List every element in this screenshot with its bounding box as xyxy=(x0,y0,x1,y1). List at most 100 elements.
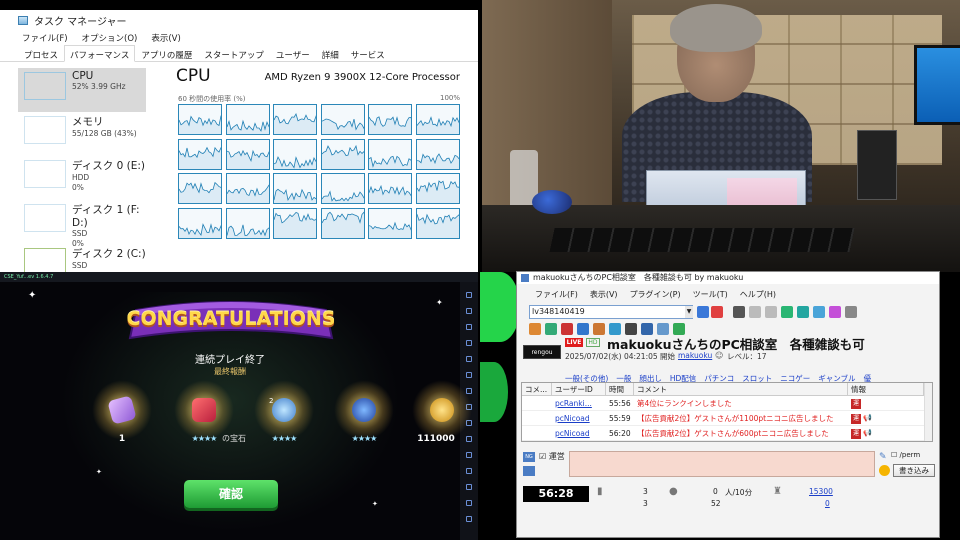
perm-checkbox[interactable]: ☐ /perm xyxy=(891,451,920,459)
col-user-id[interactable]: ユーザーID xyxy=(552,383,606,395)
comment-input[interactable] xyxy=(569,451,875,477)
emulator-tool-icon[interactable] xyxy=(466,292,472,298)
sidebar-item-disk1[interactable]: ディスク 1 (F: D:) SSD 0% xyxy=(18,200,146,248)
tool-icon[interactable] xyxy=(781,306,793,318)
sidebar-item-type: SSD xyxy=(72,261,88,270)
cpu-core-usage-line xyxy=(226,224,269,238)
tab-details[interactable]: 詳細 xyxy=(316,45,345,61)
menu-file[interactable]: ファイル(F) xyxy=(22,32,68,44)
tool-icon[interactable] xyxy=(593,323,605,335)
connect-icon[interactable] xyxy=(697,306,709,318)
pen-icon[interactable]: ✎ xyxy=(879,452,887,462)
col-time[interactable]: 時間 xyxy=(606,383,634,395)
table-row[interactable]: pcNicoad 55:59 【広告貢献2位】ゲストさんが1100ptニコニ広告… xyxy=(522,411,932,426)
sidebar-item-disk0[interactable]: ディスク 0 (E:) HDD 0% xyxy=(18,156,146,200)
stat-gift-points[interactable]: 0 xyxy=(825,499,830,508)
sidebar-item-name: CPU xyxy=(72,70,94,82)
menu-view[interactable]: 表示(V) xyxy=(590,289,618,300)
menu-options[interactable]: オプション(O) xyxy=(82,32,138,44)
game-titlebar: CSE_Yuf...ev 1.6.4.7 xyxy=(0,272,478,282)
col-number[interactable]: コメ... xyxy=(522,383,552,395)
col-comment[interactable]: コメント xyxy=(634,383,848,395)
tab-processes[interactable]: プロセス xyxy=(18,45,64,61)
coin-icon xyxy=(430,398,454,422)
processor-name: AMD Ryzen 9 3900X 12-Core Processor xyxy=(264,72,460,83)
tab-app-history[interactable]: アプリの履歴 xyxy=(135,45,198,61)
menu-view[interactable]: 表示(V) xyxy=(151,32,180,44)
operator-checkbox[interactable]: ☑ 運営 xyxy=(539,451,565,462)
stat-viewers-unit: 人/10分 xyxy=(725,488,753,497)
emulator-tool-icon[interactable] xyxy=(466,452,472,458)
tab-performance[interactable]: パフォーマンス xyxy=(64,45,136,62)
reward-count: 111000 xyxy=(417,434,455,444)
cpu-core-graph xyxy=(273,207,317,239)
row-time: 56:20 xyxy=(609,428,631,438)
operator-badge: 運 xyxy=(851,398,861,409)
menu-help[interactable]: ヘルプ(H) xyxy=(740,289,776,300)
play-end-label: 連続プレイ終了 xyxy=(195,355,265,366)
tab-services[interactable]: サービス xyxy=(345,45,391,61)
game-window: CSE_Yuf...ev 1.6.4.7 ✦ ✦ ✦ ✦ CONGRATULAT… xyxy=(0,272,478,540)
emulator-tool-icon[interactable] xyxy=(466,324,472,330)
reward-orb[interactable]: ★★★★ xyxy=(334,380,394,452)
cpu-core-graph xyxy=(320,173,365,204)
reward-gear[interactable]: ★★★★ xyxy=(254,380,314,452)
tab-users[interactable]: ユーザー xyxy=(270,45,316,61)
sidebar-item-memory[interactable]: メモリ 55/128 GB (43%) xyxy=(18,112,146,156)
emulator-tool-icon[interactable] xyxy=(466,356,472,362)
emoji-icon[interactable] xyxy=(879,465,890,476)
emulator-tool-icon[interactable] xyxy=(466,340,472,346)
ng-icon[interactable]: NG xyxy=(523,452,535,462)
tool-icon[interactable] xyxy=(765,306,777,318)
emulator-tool-icon[interactable] xyxy=(466,484,472,490)
table-row[interactable]: pcRanki... 55:56 第4位にランクインしました 運 xyxy=(522,396,932,411)
confirm-button[interactable]: 確認 xyxy=(184,480,278,508)
settings-icon[interactable] xyxy=(845,306,857,318)
stream-owner-link[interactable]: makuoku xyxy=(678,351,712,360)
emulator-tool-icon[interactable] xyxy=(466,500,472,506)
row-user-id[interactable]: pcNicoad xyxy=(552,429,606,438)
stat-ad-points[interactable]: 15300 xyxy=(809,487,833,496)
post-button[interactable]: 書き込み xyxy=(893,464,935,477)
stream-stats: 56:28 ▮ 3 3 ● 0 人/10分 52 ♜ 15300 0 xyxy=(521,484,937,514)
col-info[interactable]: 情報 xyxy=(848,383,924,395)
tool-icon[interactable] xyxy=(813,306,825,318)
tool-icon[interactable] xyxy=(749,306,761,318)
chevron-down-icon[interactable]: ▼ xyxy=(685,306,693,318)
comment-scrollbar[interactable] xyxy=(924,383,932,441)
tool-icon[interactable] xyxy=(797,306,809,318)
reward-ticket[interactable]: 1 xyxy=(92,380,152,452)
tool-icon[interactable] xyxy=(829,306,841,318)
emulator-tool-icon[interactable] xyxy=(466,516,472,522)
menu-file[interactable]: ファイル(F) xyxy=(535,289,578,300)
reward-coin[interactable]: 111000 xyxy=(412,380,472,452)
table-row[interactable]: pcNicoad 56:20 【広告貢献2位】ゲストさんが600ptニコニ広告し… xyxy=(522,426,932,441)
sidebar-item-detail: 52% 3.99 GHz xyxy=(72,82,126,91)
tab-startup[interactable]: スタートアップ xyxy=(198,45,270,61)
sidebar-item-cpu[interactable]: CPU 52% 3.99 GHz xyxy=(18,68,146,112)
tool-icon[interactable] xyxy=(545,323,557,335)
gem-label: の宝石 xyxy=(222,434,246,443)
live-id-input[interactable]: lv348140419 xyxy=(529,305,693,319)
operator-badge: 運 xyxy=(851,428,861,439)
viewer-titlebar[interactable]: makuokuさんちのPC相談室 各種雑談も可 by makuoku xyxy=(517,272,939,284)
tool-icon[interactable] xyxy=(561,323,573,335)
tool-icon[interactable] xyxy=(529,323,541,335)
row-info: 運 xyxy=(848,398,924,409)
cpu-core-usage-line xyxy=(369,184,411,203)
tool-icon[interactable] xyxy=(577,323,589,335)
emulator-tool-icon[interactable] xyxy=(466,372,472,378)
disk1-thumb-graph xyxy=(24,204,66,232)
row-user-id[interactable]: pcRanki... xyxy=(552,399,606,408)
task-manager-titlebar[interactable]: タスク マネージャー xyxy=(0,10,478,30)
row-comment: 【広告貢献2位】ゲストさんが1100ptニコニ広告しました xyxy=(637,413,834,423)
emulator-tool-icon[interactable] xyxy=(466,468,472,474)
sidebar-item-detail: 55/128 GB (43%) xyxy=(72,129,137,138)
emulator-tool-icon[interactable] xyxy=(466,308,472,314)
menu-tools[interactable]: ツール(T) xyxy=(693,289,728,300)
mail-icon[interactable] xyxy=(523,466,535,476)
row-user-id[interactable]: pcNicoad xyxy=(552,414,606,423)
menu-plugin[interactable]: プラグイン(P) xyxy=(630,289,681,300)
undo-icon[interactable] xyxy=(733,306,745,318)
disconnect-icon[interactable] xyxy=(711,306,723,318)
